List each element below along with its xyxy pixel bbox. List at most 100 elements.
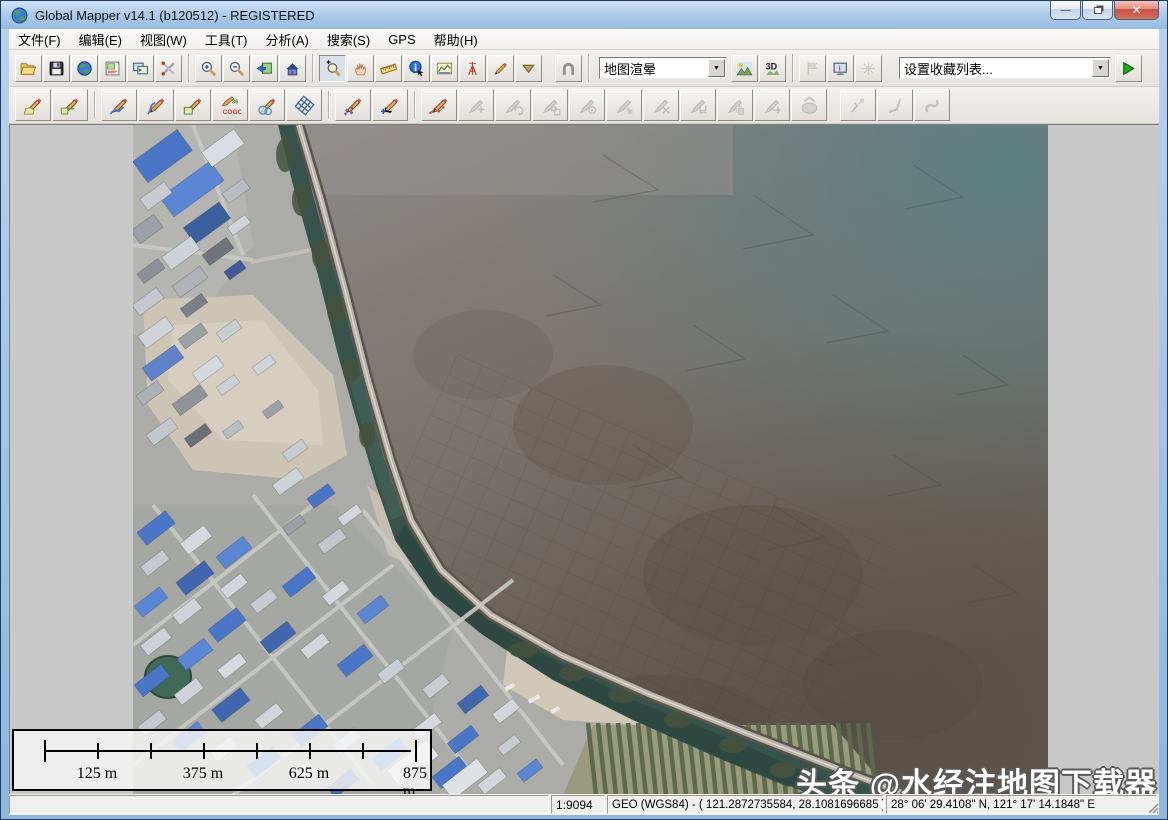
- extend-line-button[interactable]: [840, 89, 876, 121]
- menu-item-4[interactable]: 工具(T): [196, 28, 257, 51]
- flag-icon: [804, 60, 821, 77]
- shader-combo-value: 地图渲晕: [600, 59, 708, 78]
- split-feature-button[interactable]: [643, 89, 679, 121]
- save-button[interactable]: [43, 55, 70, 82]
- configuration-button[interactable]: [155, 55, 182, 82]
- scale-tick: [150, 743, 152, 759]
- arch-icon: [560, 60, 577, 77]
- zoom-tool-button[interactable]: [319, 55, 346, 82]
- title-bar[interactable]: Global Mapper v14.1 (b120512) - REGISTER…: [1, 1, 1167, 29]
- combo-dropdown-icon[interactable]: ▼: [1092, 59, 1109, 77]
- pan-lock-button[interactable]: [555, 55, 582, 82]
- restore-button[interactable]: [1082, 1, 1113, 20]
- run-favorite-button[interactable]: [1115, 55, 1142, 82]
- toolbar-separator: [414, 91, 416, 119]
- feature-info-tool-button[interactable]: [403, 55, 430, 82]
- monitor-info-icon: i: [832, 60, 849, 77]
- scale-tick: [309, 743, 311, 759]
- overlay-control-button[interactable]: [127, 55, 154, 82]
- map-layout-icon: [104, 60, 121, 77]
- move-feature-button[interactable]: [458, 89, 494, 121]
- map-layout-button[interactable]: [99, 55, 126, 82]
- create-circle-button[interactable]: [249, 89, 285, 121]
- map-canvas[interactable]: 125 m375 m625 m875 m 头条 @水经注地图下载器: [9, 124, 1159, 794]
- gray-offset-icon: [885, 95, 906, 116]
- menu-item-2[interactable]: 编辑(E): [70, 28, 131, 51]
- pan-tool-button[interactable]: [347, 55, 374, 82]
- copy-feature-button[interactable]: [717, 89, 753, 121]
- menu-item-1[interactable]: 文件(F): [9, 28, 70, 51]
- gray-shift-icon: [762, 95, 783, 116]
- create-range-ring-button[interactable]: [52, 89, 88, 121]
- svg-text:i: i: [839, 63, 841, 72]
- threed-icon: 3D: [764, 60, 781, 77]
- gps-flag-button[interactable]: [799, 55, 826, 82]
- floppy-icon: [48, 60, 65, 77]
- rotate-feature-button[interactable]: [495, 89, 531, 121]
- shader-combo[interactable]: 地图渲晕▼: [599, 57, 727, 79]
- digitizer-tool-button[interactable]: [487, 55, 514, 82]
- profile-chart-icon: [436, 60, 453, 77]
- terrain-sun-icon: [736, 60, 753, 77]
- toolbar-separator: [792, 54, 794, 82]
- combo-dropdown-icon[interactable]: ▼: [708, 59, 725, 77]
- view-3d-button[interactable]: 3D: [759, 55, 786, 82]
- overlay-control-icon: [132, 60, 149, 77]
- home-icon: [284, 60, 301, 77]
- scale-feature-button[interactable]: [532, 89, 568, 121]
- menu-item-7[interactable]: GPS: [379, 30, 424, 49]
- zoom-in-button[interactable]: [195, 55, 222, 82]
- menu-item-3[interactable]: 视图(W): [131, 28, 196, 51]
- path-profile-tool-button[interactable]: [431, 55, 458, 82]
- minimize-button[interactable]: —: [1050, 1, 1081, 20]
- measure-tool-button[interactable]: [375, 55, 402, 82]
- close-button[interactable]: ✕: [1114, 1, 1159, 20]
- shader-options-button[interactable]: [731, 55, 758, 82]
- toolbar-separator: [588, 54, 590, 82]
- create-point-at-coordinate-button[interactable]: [372, 89, 408, 121]
- create-line-button[interactable]: [101, 89, 137, 121]
- metadata-button[interactable]: i: [827, 55, 854, 82]
- svg-text:36: 36: [231, 99, 238, 105]
- pencil-rectangle-icon: [183, 95, 204, 116]
- erase-feature-button[interactable]: [791, 89, 827, 121]
- create-points-button[interactable]: [335, 89, 371, 121]
- gray-erase-icon: [799, 95, 820, 116]
- satellite-imagery[interactable]: [133, 125, 1048, 794]
- scale-tick: [97, 743, 99, 759]
- window-title: Global Mapper v14.1 (b120512) - REGISTER…: [35, 8, 315, 23]
- create-grid-button[interactable]: [286, 89, 322, 121]
- create-area-button[interactable]: [15, 89, 51, 121]
- zoom-tool-icon: [324, 60, 341, 77]
- dropdown-triangle-icon: [520, 60, 537, 77]
- crop-feature-button[interactable]: [680, 89, 716, 121]
- gray-combine-icon: [614, 95, 635, 116]
- gray-rotate-icon: [503, 95, 524, 116]
- scale-tick: [203, 743, 205, 759]
- open-file-button[interactable]: [15, 55, 42, 82]
- download-online-data-button[interactable]: [71, 55, 98, 82]
- status-projection: GEO (WGS84) - ( 121.2872735584, 28.10816…: [607, 795, 884, 814]
- menu-item-6[interactable]: 搜索(S): [318, 28, 379, 51]
- full-view-button[interactable]: [279, 55, 306, 82]
- menu-item-8[interactable]: 帮助(H): [425, 28, 487, 51]
- zoom-out-button[interactable]: [223, 55, 250, 82]
- snap-feature-button[interactable]: [569, 89, 605, 121]
- view-shed-tool-button[interactable]: [459, 55, 486, 82]
- favorites-combo[interactable]: 设置收藏列表...▼: [899, 57, 1111, 79]
- menu-item-5[interactable]: 分析(A): [257, 28, 318, 51]
- tool-menu-button[interactable]: [515, 55, 542, 82]
- offset-line-button[interactable]: [877, 89, 913, 121]
- revert-shape-button[interactable]: [914, 89, 950, 121]
- create-spline-button[interactable]: [138, 89, 174, 121]
- create-rectangle-button[interactable]: [175, 89, 211, 121]
- gray-revert-icon: [922, 95, 943, 116]
- zoom-to-extent-button[interactable]: [251, 55, 278, 82]
- background-process-button[interactable]: [855, 55, 882, 82]
- edit-vertices-button[interactable]: [421, 89, 457, 121]
- gray-split-icon: [651, 95, 672, 116]
- create-cogo-button[interactable]: 36COGO: [212, 89, 248, 121]
- shift-feature-button[interactable]: [754, 89, 790, 121]
- combine-features-button[interactable]: [606, 89, 642, 121]
- resize-grip[interactable]: [1145, 800, 1159, 814]
